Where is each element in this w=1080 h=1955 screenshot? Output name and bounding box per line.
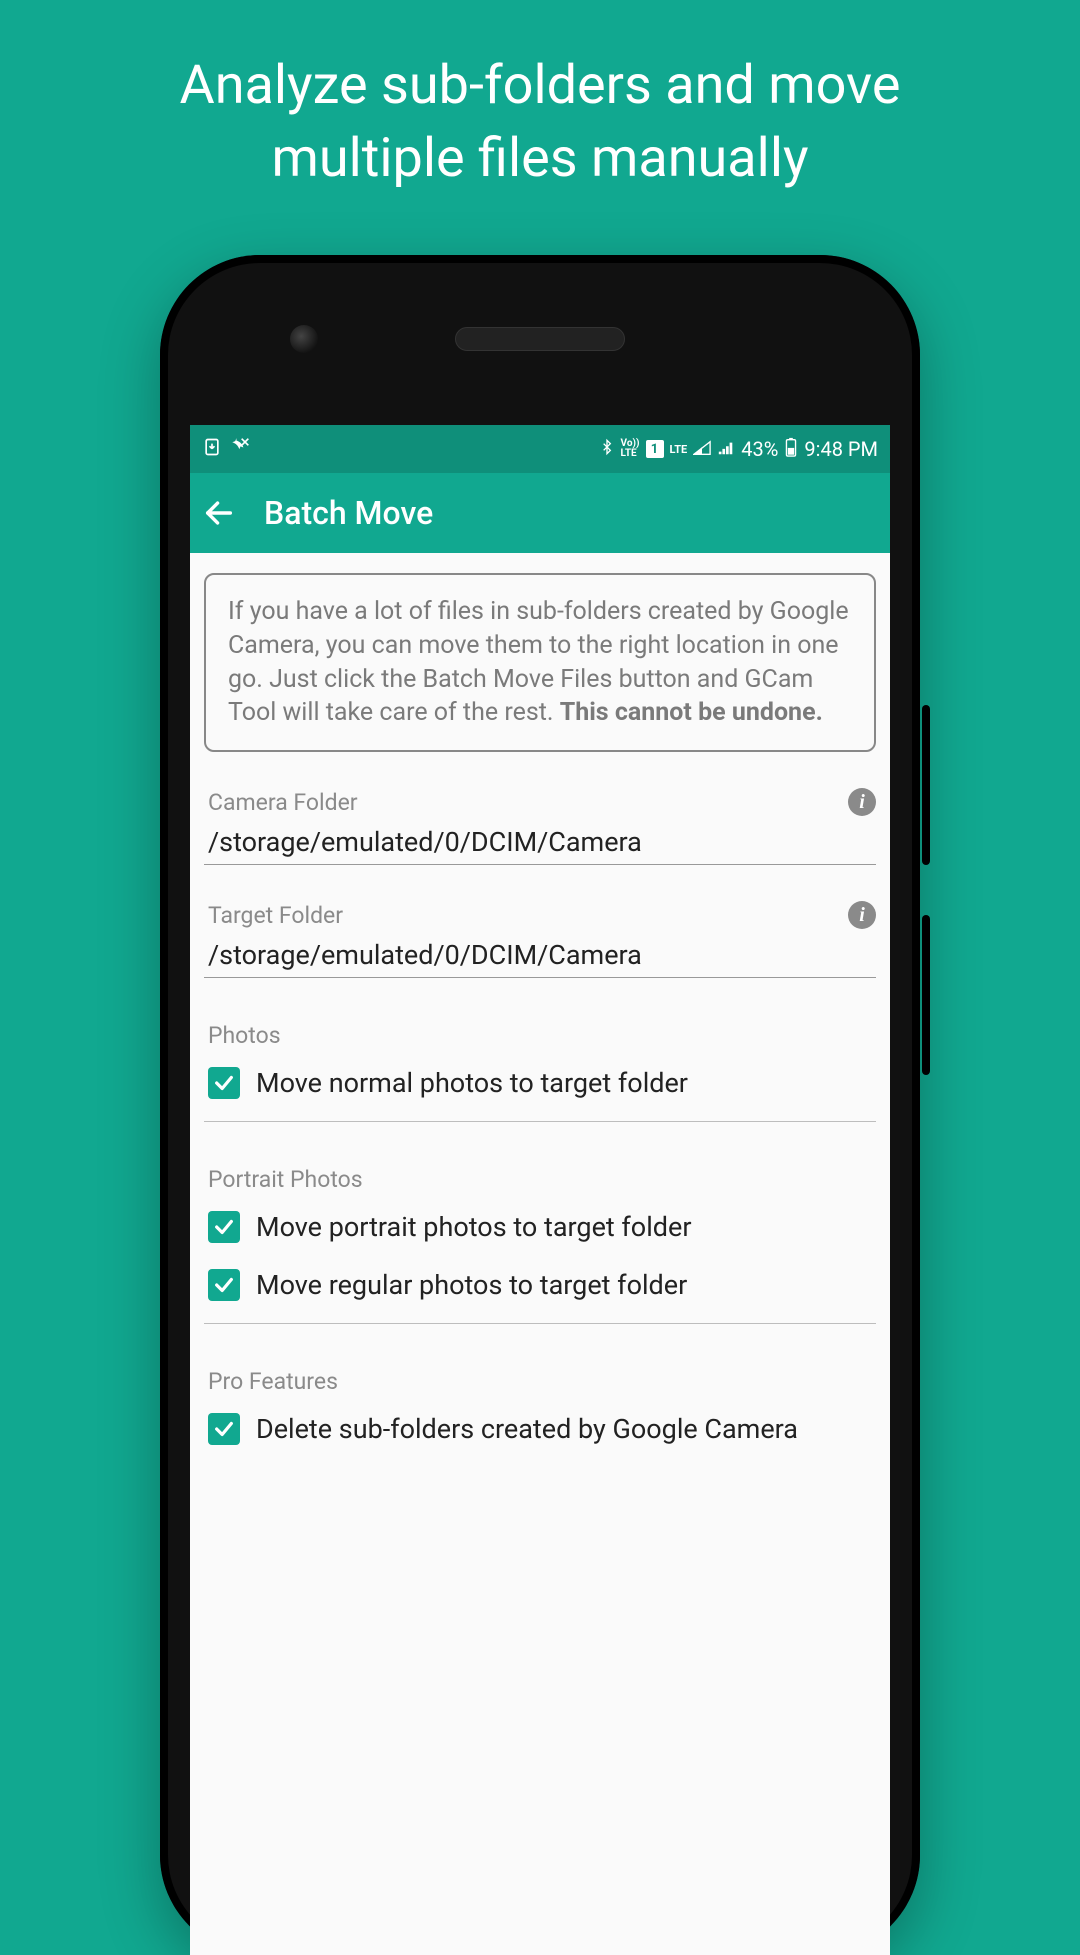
phone-earpiece bbox=[455, 327, 625, 351]
info-icon[interactable]: i bbox=[848, 788, 876, 816]
content-area: If you have a lot of files in sub-folder… bbox=[190, 553, 890, 1473]
portrait-group-title: Portrait Photos bbox=[204, 1166, 876, 1193]
portrait-move-regular-label: Move regular photos to target folder bbox=[256, 1269, 687, 1301]
promo-line-2: multiple files manually bbox=[272, 127, 809, 190]
lte-icon: LTE bbox=[670, 444, 688, 455]
info-box: If you have a lot of files in sub-folder… bbox=[204, 573, 876, 752]
signal-1-icon bbox=[693, 437, 711, 461]
pro-delete-subfolders-label: Delete sub-folders created by Google Cam… bbox=[256, 1413, 798, 1445]
promo-headline: Analyze sub-folders and move multiple fi… bbox=[0, 0, 1080, 196]
target-folder-label: Target Folder bbox=[204, 902, 347, 929]
volte-icon: Vo)) LTE bbox=[621, 439, 640, 459]
back-button[interactable] bbox=[202, 496, 236, 530]
app-bar: Batch Move bbox=[190, 473, 890, 553]
location-off-icon bbox=[230, 437, 250, 462]
divider bbox=[204, 1323, 876, 1324]
portrait-move-portrait-row[interactable]: Move portrait photos to target folder bbox=[204, 1193, 876, 1251]
camera-folder-input[interactable]: /storage/emulated/0/DCIM/Camera bbox=[204, 816, 876, 865]
portrait-move-portrait-label: Move portrait photos to target folder bbox=[256, 1211, 691, 1243]
divider bbox=[204, 1121, 876, 1122]
phone-camera-dot bbox=[290, 325, 318, 353]
phone-screen: Vo)) LTE 1 LTE 43% 9:48 PM Batch M bbox=[190, 425, 890, 1955]
checkbox-checked-icon[interactable] bbox=[208, 1269, 240, 1301]
battery-pct: 43% bbox=[741, 437, 778, 461]
sim-icon: 1 bbox=[646, 440, 664, 458]
battery-icon bbox=[784, 437, 798, 462]
checkbox-checked-icon[interactable] bbox=[208, 1211, 240, 1243]
phone-frame: Vo)) LTE 1 LTE 43% 9:48 PM Batch M bbox=[160, 255, 920, 1955]
camera-folder-label: Camera Folder bbox=[204, 789, 362, 816]
portrait-move-regular-row[interactable]: Move regular photos to target folder bbox=[204, 1251, 876, 1309]
page-title: Batch Move bbox=[264, 494, 433, 532]
checkbox-checked-icon[interactable] bbox=[208, 1067, 240, 1099]
download-icon bbox=[202, 437, 222, 462]
status-bar: Vo)) LTE 1 LTE 43% 9:48 PM bbox=[190, 425, 890, 473]
photos-move-normal-row[interactable]: Move normal photos to target folder bbox=[204, 1049, 876, 1107]
photos-move-normal-label: Move normal photos to target folder bbox=[256, 1067, 688, 1099]
status-time: 9:48 PM bbox=[804, 437, 878, 461]
info-icon[interactable]: i bbox=[848, 901, 876, 929]
pro-delete-subfolders-row[interactable]: Delete sub-folders created by Google Cam… bbox=[204, 1395, 876, 1453]
promo-line-1: Analyze sub-folders and move bbox=[180, 54, 901, 117]
info-bold: This cannot be undone. bbox=[560, 698, 823, 727]
bluetooth-icon bbox=[599, 437, 615, 462]
photos-group-title: Photos bbox=[204, 1022, 876, 1049]
signal-2-icon bbox=[717, 437, 735, 461]
pro-group-title: Pro Features bbox=[204, 1368, 876, 1395]
target-folder-input[interactable]: /storage/emulated/0/DCIM/Camera bbox=[204, 929, 876, 978]
checkbox-checked-icon[interactable] bbox=[208, 1413, 240, 1445]
